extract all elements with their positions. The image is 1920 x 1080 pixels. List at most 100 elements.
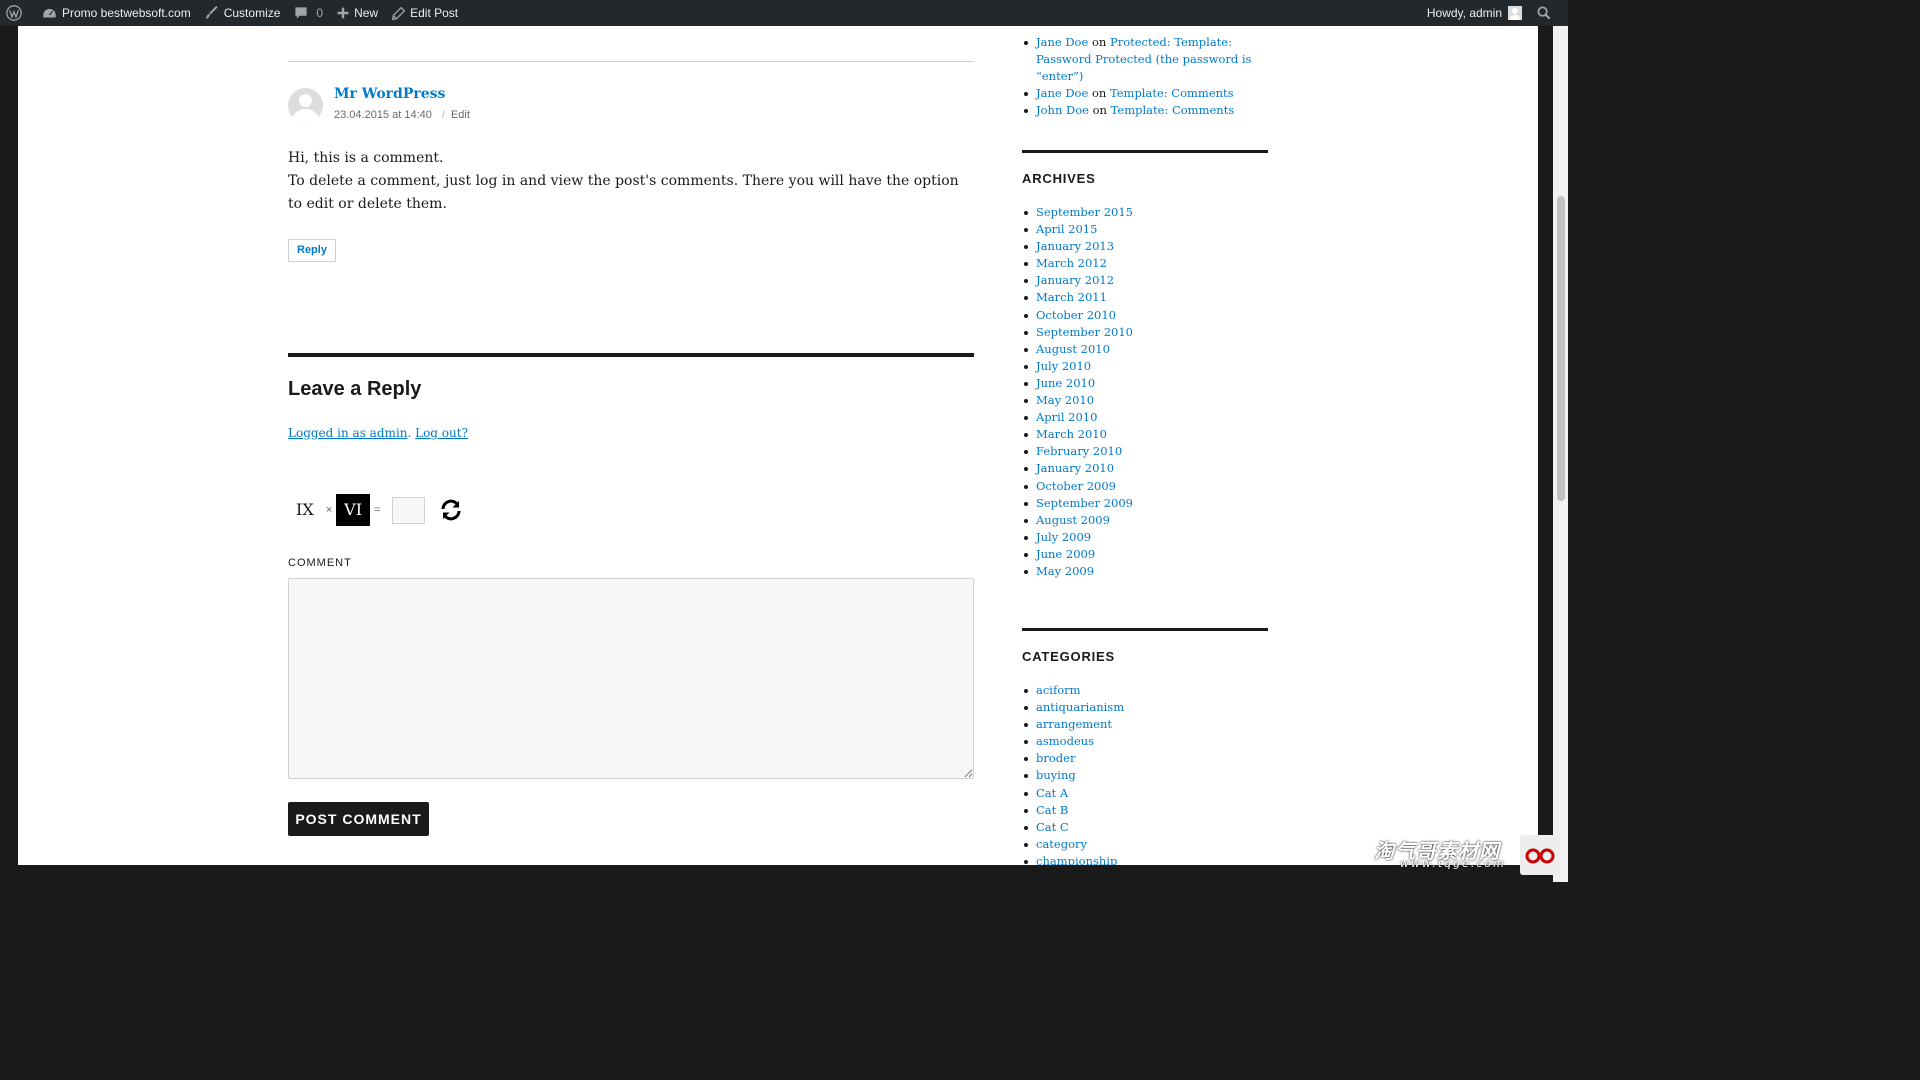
archive-item: June 2010: [1022, 375, 1133, 392]
archive-item: October 2010: [1022, 307, 1133, 324]
math-captcha: IX × VI =: [288, 494, 463, 526]
category-link[interactable]: arrangement: [1036, 717, 1112, 731]
archive-item: June 2009: [1022, 546, 1133, 563]
recent-comment-post-link[interactable]: Template: Comments: [1110, 86, 1234, 100]
archive-link[interactable]: January 2010: [1036, 461, 1114, 475]
category-link[interactable]: aciform: [1036, 683, 1081, 697]
archive-link[interactable]: October 2009: [1036, 479, 1116, 493]
logged-in-as: Logged in as admin. Log out?: [288, 426, 468, 440]
archive-link[interactable]: June 2010: [1036, 376, 1095, 390]
archive-link[interactable]: March 2012: [1036, 256, 1107, 270]
edit-post-label: Edit Post: [410, 6, 459, 20]
archive-link[interactable]: April 2010: [1036, 410, 1097, 424]
search-icon: [1537, 6, 1551, 20]
recent-comment-item: John Doe on Template: Comments: [1022, 102, 1268, 119]
customize-link[interactable]: Customize: [198, 0, 288, 26]
category-item: Cat C: [1022, 819, 1124, 836]
archive-link[interactable]: July 2010: [1036, 359, 1091, 373]
archive-item: October 2009: [1022, 478, 1133, 495]
admin-search[interactable]: [1529, 0, 1568, 26]
recent-comment-on: on: [1092, 103, 1107, 117]
archive-link[interactable]: August 2010: [1036, 342, 1110, 356]
archive-item: July 2009: [1022, 529, 1133, 546]
archive-link[interactable]: June 2009: [1036, 547, 1095, 561]
archive-link[interactable]: May 2009: [1036, 564, 1094, 578]
category-link[interactable]: Cat B: [1036, 803, 1068, 817]
archive-link[interactable]: September 2010: [1036, 325, 1133, 339]
comments-link[interactable]: 0: [287, 0, 330, 26]
archive-link[interactable]: January 2012: [1036, 273, 1114, 287]
page-scrollbar[interactable]: [1553, 26, 1568, 882]
recent-comment-author-link[interactable]: Jane Doe: [1036, 35, 1088, 49]
recent-comment-author-link[interactable]: John Doe: [1036, 103, 1089, 117]
reply-divider: [288, 353, 974, 357]
logged-in-link[interactable]: Logged in as admin: [288, 426, 407, 440]
archive-item: March 2010: [1022, 426, 1133, 443]
post-comment-button[interactable]: POST COMMENT: [288, 802, 429, 836]
edit-post-link[interactable]: Edit Post: [385, 0, 465, 26]
archive-item: April 2010: [1022, 409, 1133, 426]
category-item: aciform: [1022, 682, 1124, 699]
archive-link[interactable]: March 2011: [1036, 290, 1107, 304]
comment-textarea[interactable]: [288, 578, 974, 779]
category-link[interactable]: buying: [1036, 768, 1076, 782]
comment-label: COMMENT: [288, 557, 352, 569]
category-link[interactable]: championship: [1036, 854, 1117, 865]
archive-link[interactable]: April 2015: [1036, 222, 1097, 236]
new-content-menu[interactable]: New: [330, 0, 385, 26]
brush-icon: [205, 6, 218, 19]
comment-avatar: [288, 88, 323, 123]
comment-author-link[interactable]: Mr WordPress: [334, 86, 445, 102]
archive-link[interactable]: March 2010: [1036, 427, 1107, 441]
archive-item: September 2010: [1022, 324, 1133, 341]
archive-item: January 2013: [1022, 238, 1133, 255]
comments-count: 0: [316, 6, 324, 20]
category-link[interactable]: asmodeus: [1036, 734, 1094, 748]
archive-link[interactable]: September 2015: [1036, 205, 1133, 219]
howdy-label: Howdy, admin: [1426, 6, 1502, 20]
captcha-answer-input[interactable]: [392, 496, 426, 524]
archive-link[interactable]: February 2010: [1036, 444, 1122, 458]
reply-button[interactable]: Reply: [288, 239, 336, 262]
wordpress-logo-menu[interactable]: [0, 0, 35, 26]
archive-link[interactable]: January 2013: [1036, 239, 1114, 253]
recent-comment-post-link[interactable]: Template: Comments: [1111, 103, 1235, 117]
archive-link[interactable]: May 2010: [1036, 393, 1094, 407]
categories-list: aciform antiquarianism arrangement asmodeus…: [1022, 682, 1124, 865]
pencil-icon: [392, 6, 406, 20]
comment-edit-link[interactable]: Edit: [451, 109, 470, 121]
my-account-menu[interactable]: Howdy, admin: [1420, 0, 1529, 26]
captcha-equals: =: [374, 504, 381, 516]
category-link[interactable]: Cat C: [1036, 820, 1069, 834]
watermark-logo-icon: [1520, 835, 1560, 875]
category-item: arrangement: [1022, 716, 1124, 733]
meta-separator: /: [441, 109, 445, 121]
category-link[interactable]: antiquarianism: [1036, 700, 1124, 714]
captcha-operand-2: VI: [336, 494, 371, 526]
archive-link[interactable]: July 2009: [1036, 530, 1091, 544]
archive-item: August 2009: [1022, 512, 1133, 529]
category-item: category: [1022, 836, 1124, 853]
category-item: buying: [1022, 767, 1124, 784]
category-link[interactable]: category: [1036, 837, 1087, 851]
site-name-menu[interactable]: Promo bestwebsoft.com: [35, 0, 198, 26]
category-link[interactable]: Cat A: [1036, 786, 1068, 800]
archive-item: February 2010: [1022, 443, 1133, 460]
archive-link[interactable]: August 2009: [1036, 513, 1110, 527]
comment-metadata: 23.04.2015 at 14:40 / Edit: [334, 109, 470, 121]
archives-title: ARCHIVES: [1022, 171, 1096, 186]
refresh-icon[interactable]: [439, 498, 463, 522]
comment-bubble-icon: [295, 7, 308, 19]
logout-link[interactable]: Log out?: [415, 426, 468, 440]
comment-divider: [288, 61, 974, 62]
archive-link[interactable]: September 2009: [1036, 496, 1133, 510]
recent-comment-on: on: [1091, 86, 1107, 100]
category-link[interactable]: broder: [1036, 751, 1075, 765]
archive-link[interactable]: October 2010: [1036, 308, 1116, 322]
archive-item: March 2011: [1022, 289, 1133, 306]
recent-comment-item: Jane Doe on Protected: Template: Passwor…: [1022, 34, 1268, 85]
scrollbar-thumb[interactable]: [1557, 196, 1565, 501]
archive-item: August 2010: [1022, 341, 1133, 358]
comment-date-link[interactable]: 23.04.2015 at 14:40: [334, 109, 432, 121]
recent-comment-author-link[interactable]: Jane Doe: [1036, 86, 1088, 100]
